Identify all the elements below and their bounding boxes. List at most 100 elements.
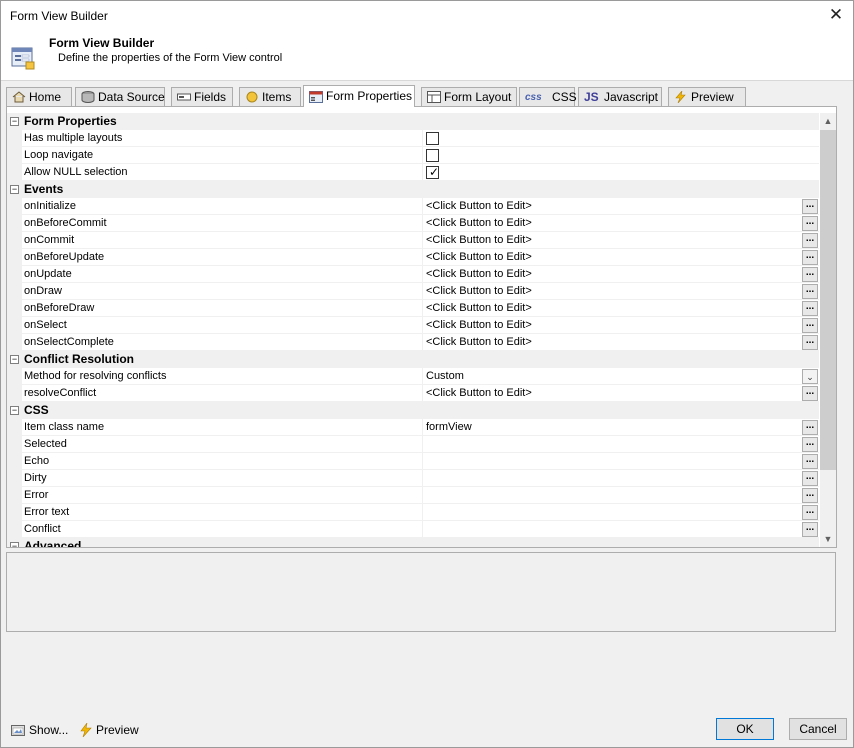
property-row: Allow NULL selection ✓ bbox=[7, 164, 819, 181]
ellipsis-button[interactable]: ... bbox=[802, 301, 818, 316]
property-row: onSelect <Click Button to Edit> ... bbox=[7, 317, 819, 334]
database-icon bbox=[81, 91, 95, 103]
lightning-icon bbox=[80, 723, 92, 737]
cancel-button[interactable]: Cancel bbox=[789, 718, 847, 740]
conflict-method-select[interactable]: Custom bbox=[426, 370, 464, 382]
property-name: onBeforeDraw bbox=[24, 302, 95, 314]
items-icon bbox=[246, 91, 258, 103]
tab-preview[interactable]: Preview bbox=[668, 87, 746, 106]
has-multiple-layouts-checkbox[interactable] bbox=[426, 132, 439, 145]
ellipsis-button[interactable]: ... bbox=[802, 233, 818, 248]
property-row: Selected ... bbox=[7, 436, 819, 453]
column-separator bbox=[422, 368, 423, 385]
property-name: onUpdate bbox=[24, 268, 72, 280]
tab-javascript[interactable]: JS Javascript bbox=[578, 87, 662, 106]
close-icon[interactable]: ✕ bbox=[827, 5, 845, 25]
form-builder-icon bbox=[11, 47, 35, 70]
scroll-thumb[interactable] bbox=[820, 130, 836, 470]
property-value[interactable]: <Click Button to Edit> bbox=[426, 200, 532, 212]
loop-navigate-checkbox[interactable] bbox=[426, 149, 439, 162]
column-separator bbox=[422, 130, 423, 147]
category-css[interactable]: − CSS bbox=[7, 402, 819, 419]
category-form-properties[interactable]: − Form Properties bbox=[7, 113, 819, 130]
ellipsis-button[interactable]: ... bbox=[802, 488, 818, 503]
collapse-icon[interactable]: − bbox=[10, 117, 19, 126]
property-value[interactable]: formView bbox=[426, 421, 472, 433]
ellipsis-button[interactable]: ... bbox=[802, 454, 818, 469]
property-value[interactable]: <Click Button to Edit> bbox=[426, 302, 532, 314]
allow-null-selection-checkbox[interactable]: ✓ bbox=[426, 165, 439, 179]
tab-css[interactable]: css CSS bbox=[519, 87, 577, 106]
form-properties-panel: − Form Properties Has multiple layouts L… bbox=[6, 106, 837, 548]
category-advanced[interactable]: − Advanced bbox=[7, 538, 819, 547]
tab-label: Form Properties bbox=[326, 89, 413, 103]
property-row: Error ... bbox=[7, 487, 819, 504]
property-value[interactable]: <Click Button to Edit> bbox=[426, 285, 532, 297]
category-label: Form Properties bbox=[24, 114, 117, 128]
chevron-down-icon[interactable]: ⌄ bbox=[802, 369, 818, 384]
tab-label: Data Source bbox=[98, 90, 165, 104]
property-name: Selected bbox=[24, 438, 67, 450]
property-value[interactable]: <Click Button to Edit> bbox=[426, 251, 532, 263]
row-gutter bbox=[7, 130, 22, 147]
ellipsis-button[interactable]: ... bbox=[802, 318, 818, 333]
collapse-icon[interactable]: − bbox=[10, 406, 19, 415]
tab-form-layout[interactable]: Form Layout bbox=[421, 87, 517, 106]
collapse-icon[interactable]: − bbox=[10, 542, 19, 547]
property-value[interactable]: <Click Button to Edit> bbox=[426, 319, 532, 331]
tab-items[interactable]: Items bbox=[239, 87, 301, 106]
tab-form-properties[interactable]: Form Properties bbox=[303, 85, 415, 107]
property-row: onBeforeUpdate <Click Button to Edit> ..… bbox=[7, 249, 819, 266]
category-conflict-resolution[interactable]: − Conflict Resolution bbox=[7, 351, 819, 368]
vertical-scrollbar[interactable]: ▲ ▼ bbox=[820, 113, 836, 547]
property-row: onBeforeDraw <Click Button to Edit> ... bbox=[7, 300, 819, 317]
ellipsis-button[interactable]: ... bbox=[802, 437, 818, 452]
tab-fields[interactable]: Fields bbox=[171, 87, 233, 106]
ellipsis-button[interactable]: ... bbox=[802, 420, 818, 435]
tab-label: Items bbox=[262, 90, 292, 104]
property-value[interactable]: <Click Button to Edit> bbox=[426, 336, 532, 348]
ellipsis-button[interactable]: ... bbox=[802, 505, 818, 520]
ellipsis-button[interactable]: ... bbox=[802, 284, 818, 299]
property-row: onInitialize <Click Button to Edit> ... bbox=[7, 198, 819, 215]
ellipsis-button[interactable]: ... bbox=[802, 199, 818, 214]
preview-button[interactable]: Preview bbox=[79, 723, 139, 737]
property-value[interactable]: <Click Button to Edit> bbox=[426, 387, 532, 399]
collapse-icon[interactable]: − bbox=[10, 355, 19, 364]
show-label: Show... bbox=[29, 723, 69, 737]
property-value[interactable]: <Click Button to Edit> bbox=[426, 268, 532, 280]
property-value[interactable]: <Click Button to Edit> bbox=[426, 217, 532, 229]
ellipsis-button[interactable]: ... bbox=[802, 522, 818, 537]
scroll-up-icon[interactable]: ▲ bbox=[820, 113, 836, 129]
column-separator bbox=[422, 164, 423, 181]
property-row: onBeforeCommit <Click Button to Edit> ..… bbox=[7, 215, 819, 232]
ellipsis-button[interactable]: ... bbox=[802, 386, 818, 401]
ellipsis-button[interactable]: ... bbox=[802, 471, 818, 486]
property-name: onInitialize bbox=[24, 200, 76, 212]
ellipsis-button[interactable]: ... bbox=[802, 250, 818, 265]
tab-label: Home bbox=[29, 90, 62, 104]
show-button[interactable]: Show... bbox=[11, 723, 68, 737]
ok-button[interactable]: OK bbox=[716, 718, 774, 740]
column-separator bbox=[422, 232, 423, 249]
row-gutter bbox=[7, 368, 22, 385]
ellipsis-button[interactable]: ... bbox=[802, 216, 818, 231]
collapse-icon[interactable]: − bbox=[10, 185, 19, 194]
ellipsis-button[interactable]: ... bbox=[802, 267, 818, 282]
row-gutter bbox=[7, 266, 22, 283]
row-gutter bbox=[7, 198, 22, 215]
property-row: Item class name formView ... bbox=[7, 419, 819, 436]
form-layout-icon bbox=[427, 91, 441, 103]
dialog-footer: Show... Preview OK Cancel bbox=[1, 716, 853, 746]
tab-data-source[interactable]: Data Source bbox=[75, 87, 165, 106]
tab-home[interactable]: Home bbox=[6, 87, 72, 106]
row-gutter bbox=[7, 215, 22, 232]
property-row: Echo ... bbox=[7, 453, 819, 470]
property-value[interactable]: <Click Button to Edit> bbox=[426, 234, 532, 246]
row-gutter bbox=[7, 436, 22, 453]
ellipsis-button[interactable]: ... bbox=[802, 335, 818, 350]
tab-label: Javascript bbox=[604, 90, 659, 104]
category-events[interactable]: − Events bbox=[7, 181, 819, 198]
form-view-builder-window: Form View Builder ✕ Form View Builder De… bbox=[0, 0, 854, 748]
scroll-down-icon[interactable]: ▼ bbox=[820, 531, 836, 547]
